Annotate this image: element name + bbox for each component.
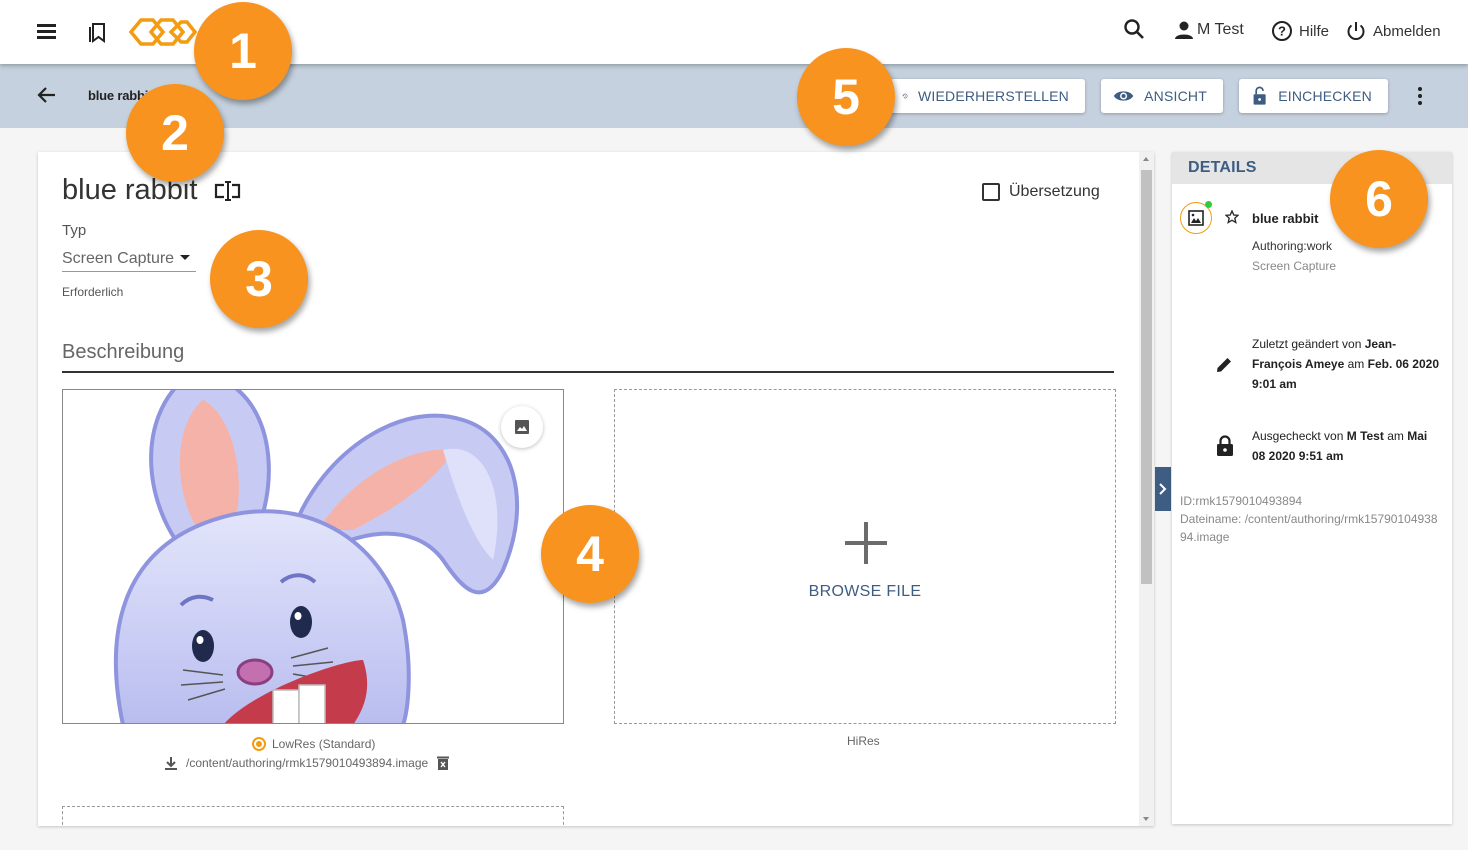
lowres-radio[interactable]: LowRes (Standard) <box>252 737 375 751</box>
help-label: Hilfe <box>1299 22 1330 40</box>
image-action-button[interactable] <box>501 406 543 448</box>
checkout-prefix: Ausgecheckt von <box>1252 429 1347 443</box>
callout-badge: 3 <box>210 230 308 328</box>
view-button[interactable]: ANSICHT <box>1101 79 1223 113</box>
callout-badge: 1 <box>194 2 292 100</box>
logout-label: Abmelden <box>1373 22 1441 40</box>
details-id: ID:rmk1579010493894 <box>1180 494 1303 508</box>
callout-badge: 5 <box>797 48 895 146</box>
power-icon <box>1347 22 1365 40</box>
lowres-file: /content/authoring/rmk1579010493894.imag… <box>164 755 450 771</box>
logout-button[interactable]: Abmelden <box>1345 20 1441 42</box>
scroll-down-icon[interactable] <box>1143 817 1149 821</box>
browse-file-button[interactable]: BROWSE FILE <box>615 583 1115 601</box>
modified-prefix: Zuletzt geändert von <box>1252 337 1365 351</box>
additional-dropzone[interactable] <box>62 806 564 826</box>
lock-icon <box>1217 435 1233 456</box>
scrollbar-thumb[interactable] <box>1141 170 1152 584</box>
vertical-scrollbar[interactable] <box>1139 152 1154 826</box>
image-icon <box>515 420 529 434</box>
lowres-label: LowRes (Standard) <box>272 737 376 751</box>
required-hint: Erforderlich <box>62 285 124 299</box>
dropdown-caret-icon <box>180 255 190 260</box>
details-meta: ID:rmk1579010493894 Dateiname: /content/… <box>1180 492 1442 546</box>
help-button[interactable]: ? Hilfe <box>1271 20 1329 42</box>
eye-icon <box>1113 91 1134 101</box>
checkin-button[interactable]: EINCHECKEN <box>1239 79 1388 113</box>
callout-badge: 4 <box>541 505 639 603</box>
plus-icon <box>845 522 887 564</box>
user-menu[interactable]: M Test <box>1174 20 1244 40</box>
section-divider <box>62 371 1114 373</box>
modified-mid: am <box>1344 357 1368 371</box>
checkin-label: EINCHECKEN <box>1278 88 1372 104</box>
modified-info: Zuletzt geändert von Jean-François Ameye… <box>1252 334 1442 394</box>
restore-button[interactable]: WIEDERHERSTELLEN <box>890 79 1085 113</box>
hires-label: HiRes <box>847 734 880 748</box>
translation-checkbox[interactable]: Übersetzung <box>982 183 1100 201</box>
star-icon[interactable] <box>1225 210 1239 224</box>
details-name: blue rabbit <box>1252 211 1319 226</box>
person-icon <box>1175 21 1193 39</box>
more-vert-icon[interactable] <box>1410 84 1430 108</box>
chevron-right-icon <box>1159 483 1167 495</box>
rabbit-image <box>113 390 520 723</box>
lowres-path[interactable]: /content/authoring/rmk1579010493894.imag… <box>186 756 428 770</box>
translation-label: Übersetzung <box>1009 183 1100 200</box>
svg-text:?: ? <box>1278 24 1286 39</box>
lowres-image-preview[interactable] <box>62 389 564 724</box>
checkout-info: Ausgecheckt von M Test am Mai 08 2020 9:… <box>1252 426 1442 466</box>
scroll-up-icon[interactable] <box>1143 157 1149 161</box>
callout-badge: 2 <box>126 84 224 182</box>
restore-icon <box>902 93 908 99</box>
delete-icon[interactable] <box>436 755 450 771</box>
type-label: Typ <box>62 222 87 239</box>
user-name: M Test <box>1197 21 1244 38</box>
unlock-icon <box>1253 86 1266 105</box>
checkbox-box[interactable] <box>982 183 1000 201</box>
type-select[interactable]: Screen Capture <box>62 246 196 272</box>
restore-label: WIEDERHERSTELLEN <box>917 88 1069 104</box>
search-icon[interactable] <box>1122 17 1146 41</box>
back-arrow-icon[interactable] <box>36 84 60 108</box>
section-title: Beschreibung <box>62 341 185 363</box>
status-dot <box>1205 201 1212 208</box>
type-value: Screen Capture <box>62 249 175 267</box>
radio-selected-icon[interactable] <box>252 737 266 751</box>
editor-card: blue rabbit Übersetzung Typ Screen Captu… <box>38 152 1154 826</box>
bookmarks-icon[interactable] <box>86 20 108 44</box>
details-panel: DETAILS blue rabbit Authoring:work Scree… <box>1172 152 1452 824</box>
details-filename: Dateiname: /content/authoring/rmk1579010… <box>1180 512 1438 544</box>
asset-type-icon <box>1180 201 1212 234</box>
details-workflow: Authoring:work <box>1252 239 1333 253</box>
download-icon[interactable] <box>164 756 178 770</box>
checkout-mid: am <box>1383 429 1408 443</box>
edit-pencil-icon <box>1217 358 1231 372</box>
checkout-by: M Test <box>1346 429 1384 443</box>
hires-dropzone[interactable]: BROWSE FILE <box>614 389 1116 724</box>
callout-badge: 6 <box>1330 150 1428 248</box>
rename-icon[interactable] <box>214 180 242 202</box>
brand-logo[interactable] <box>127 14 199 50</box>
panel-toggle[interactable] <box>1155 467 1171 511</box>
details-type: Screen Capture <box>1252 259 1337 273</box>
menu-icon[interactable] <box>36 22 58 40</box>
help-icon: ? <box>1272 21 1292 41</box>
view-label: ANSICHT <box>1144 88 1207 104</box>
